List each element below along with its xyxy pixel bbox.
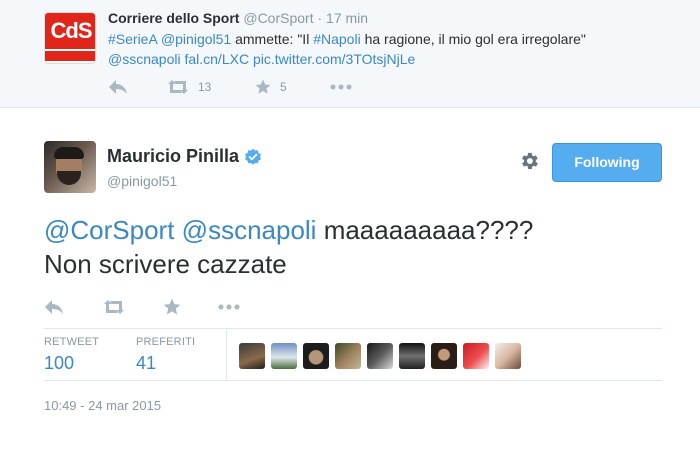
mention-pinigol51[interactable]: @pinigol51	[161, 31, 231, 47]
favoriter-avatar[interactable]	[399, 343, 425, 369]
tweet-text: @CorSport @sscnapoli maaaaaaaaa???? Non …	[44, 213, 664, 281]
verified-badge-icon	[245, 148, 261, 165]
mention-sscnapoli[interactable]: @sscnapoli	[182, 215, 317, 245]
quoted-tweet-actions: 13 5	[108, 76, 408, 98]
gear-icon[interactable]	[518, 150, 540, 172]
retweet-button[interactable]	[102, 296, 126, 318]
text-fragment: ammette: "Il	[231, 31, 314, 47]
star-icon	[163, 298, 181, 315]
favoriter-avatar[interactable]	[431, 343, 457, 369]
divider-top	[44, 328, 662, 329]
favorites-stat-value: 41	[136, 353, 157, 373]
quoted-tweet[interactable]: CdS Corriere dello Sport @CorSport · 17 …	[0, 0, 700, 108]
favoriter-avatar[interactable]	[303, 343, 329, 369]
quoted-tweet-header: Corriere dello Sport @CorSport · 17 min	[108, 10, 368, 26]
pic-link[interactable]: pic.twitter.com/3TOtsjNjLe	[253, 51, 415, 67]
user-name[interactable]: Mauricio Pinilla	[107, 146, 262, 167]
text-fragment: maaaaaaaaa????	[316, 215, 534, 245]
retweet-stat-label: RETWEET	[44, 336, 100, 348]
reply-button[interactable]	[44, 296, 64, 318]
cds-logo-band	[45, 51, 95, 61]
reply-icon	[45, 300, 63, 314]
favoriter-avatar[interactable]	[271, 343, 297, 369]
favorite-button[interactable]	[162, 296, 182, 318]
retweet-icon	[168, 80, 188, 94]
mention-corsport[interactable]: @CorSport	[44, 215, 174, 245]
favoriter-avatar[interactable]	[495, 343, 521, 369]
retweet-button[interactable]: 13	[166, 76, 211, 98]
more-icon	[330, 84, 352, 90]
divider-bottom	[44, 380, 662, 381]
more-button[interactable]	[218, 296, 240, 318]
quoted-text-line-1: #SerieA @pinigol51 ammette: "Il #Napoli …	[108, 29, 688, 49]
favoriter-avatar[interactable]	[367, 343, 393, 369]
tweet-actions	[44, 294, 344, 318]
text-space	[174, 215, 181, 245]
user-name-text[interactable]: Mauricio Pinilla	[107, 146, 239, 167]
more-icon	[218, 304, 240, 310]
favoriter-avatar[interactable]	[239, 343, 265, 369]
quoted-tweet-time[interactable]: 17 min	[326, 10, 368, 26]
hashtag-napoli[interactable]: #Napoli	[313, 31, 360, 47]
corriere-avatar[interactable]: CdS	[44, 12, 96, 64]
favorites-stat[interactable]: PREFERITI 41	[136, 336, 195, 374]
favoriter-avatar[interactable]	[463, 343, 489, 369]
star-icon	[255, 79, 271, 94]
reply-button[interactable]	[108, 76, 128, 98]
tweet-stats: RETWEET 100 PREFERITI 41	[44, 330, 662, 380]
short-link[interactable]: fal.cn/LXC	[184, 51, 249, 67]
header-separator: ·	[317, 10, 323, 26]
cds-logo-text: CdS	[45, 13, 95, 49]
stats-separator	[226, 330, 227, 380]
retweet-icon	[104, 300, 124, 314]
more-button[interactable]	[330, 76, 352, 98]
tweet-text-line-2: Non scrivere cazzate	[44, 249, 287, 279]
retweet-count: 13	[198, 80, 212, 94]
quoted-user-name[interactable]: Corriere dello Sport	[108, 10, 239, 26]
retweet-stat[interactable]: RETWEET 100	[44, 336, 99, 374]
favorite-button[interactable]: 5	[254, 76, 287, 98]
mention-sscnapoli[interactable]: @sscnapoli	[108, 51, 181, 67]
quoted-tweet-text: #SerieA @pinigol51 ammette: "Il #Napoli …	[108, 29, 688, 69]
favorite-count: 5	[280, 80, 287, 94]
avatar-hair	[54, 147, 84, 159]
retweet-stat-value: 100	[44, 353, 75, 373]
favoriter-avatar[interactable]	[335, 343, 361, 369]
reply-icon	[109, 80, 127, 94]
avatar-beard	[57, 171, 81, 185]
user-handle[interactable]: @pinigol51	[107, 173, 177, 189]
hashtag-seriea[interactable]: #SerieA	[108, 31, 157, 47]
tweet-text-line-1: @CorSport @sscnapoli maaaaaaaaa????	[44, 213, 664, 247]
following-button[interactable]: Following	[552, 143, 662, 182]
text-fragment: ha ragione, il mio gol era irregolare"	[360, 31, 586, 47]
favorites-stat-label: PREFERITI	[136, 336, 196, 348]
favoriter-avatars	[239, 343, 527, 369]
quoted-text-line-2: @sscnapoli fal.cn/LXC pic.twitter.com/3T…	[108, 49, 688, 69]
tweet-timestamp[interactable]: 10:49 - 24 mar 2015	[44, 398, 161, 413]
pinilla-avatar[interactable]	[44, 141, 96, 193]
quoted-user-handle[interactable]: @CorSport	[243, 10, 313, 26]
